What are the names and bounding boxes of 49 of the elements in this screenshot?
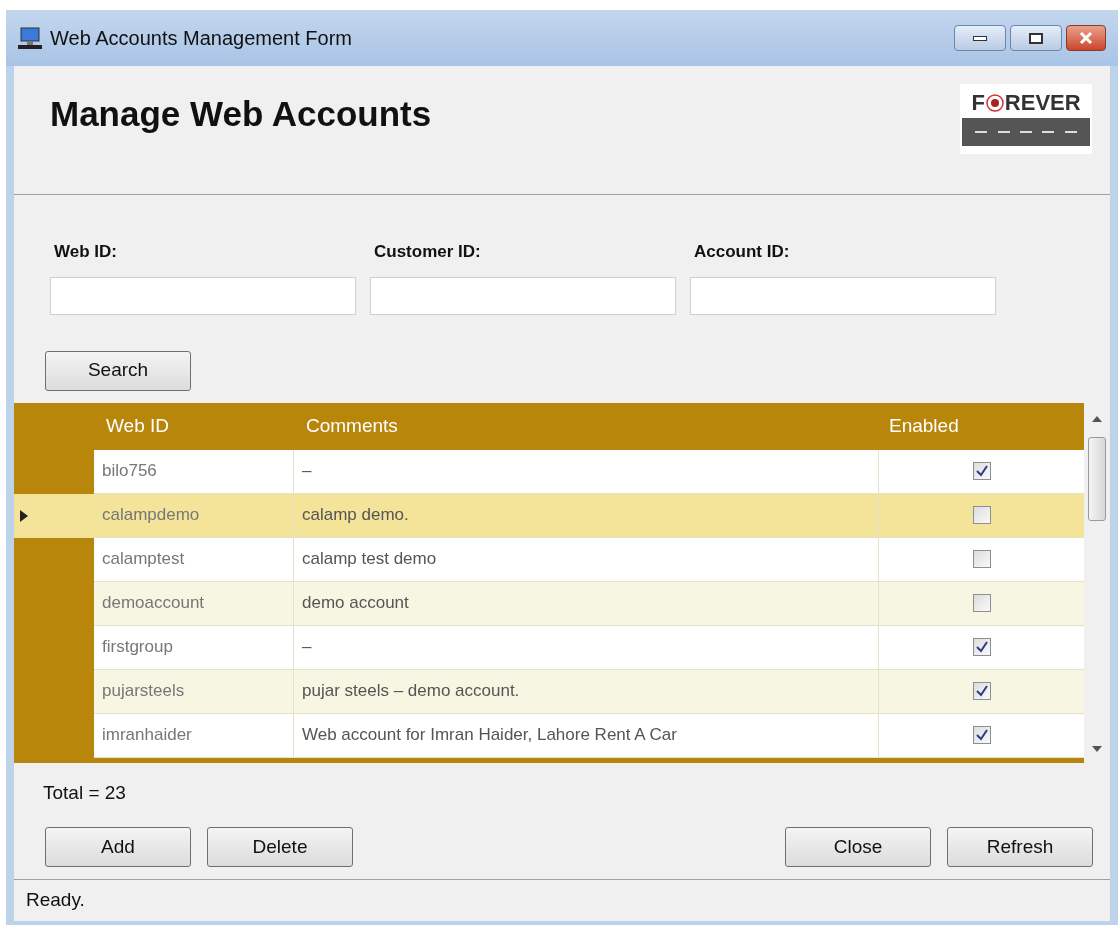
action-button[interactable]: Refresh — [947, 827, 1093, 867]
table-cell: imranhaider — [94, 713, 294, 757]
table-cell: Web account for Imran Haider, Lahore Rent A Car — [294, 713, 879, 757]
input-field[interactable] — [690, 276, 996, 315]
table-cell: pujarsteels — [94, 669, 294, 713]
table-cell: – — [294, 449, 879, 493]
row-pointer-icon — [20, 509, 28, 522]
computer-icon — [18, 26, 42, 50]
table-cell: pujar steels – demo account. — [294, 669, 879, 713]
checkbox[interactable] — [972, 638, 991, 656]
table-cell: demoaccount — [94, 581, 294, 625]
scroll-up-arrow-icon[interactable] — [1092, 414, 1102, 423]
check-icon — [974, 728, 989, 742]
action-button[interactable]: Delete — [207, 827, 353, 867]
checkbox[interactable] — [972, 682, 991, 700]
field-label: Account ID: — [693, 241, 791, 263]
scroll-down-arrow-icon[interactable] — [1092, 744, 1102, 753]
scroll-thumb[interactable] — [1088, 436, 1106, 521]
action-button[interactable]: Add — [45, 827, 191, 867]
table-cell: firstgroup — [94, 625, 294, 669]
table-cell: bilo756 — [94, 449, 294, 493]
close-icon[interactable] — [1066, 25, 1106, 51]
table-cell: calamp test demo — [294, 537, 879, 581]
table-cell: calamptest — [94, 537, 294, 581]
table-cell: calampdemo — [94, 493, 294, 537]
minimize-button[interactable] — [954, 25, 1006, 51]
field-label: Customer ID: — [373, 241, 482, 263]
table-cell: – — [294, 625, 879, 669]
table-cell: calamp demo. — [294, 493, 879, 537]
checkbox[interactable] — [972, 594, 991, 612]
check-icon — [974, 464, 989, 478]
total-count: Total = 23 — [42, 780, 127, 805]
action-button[interactable]: Search — [45, 350, 191, 391]
input-field[interactable] — [50, 276, 356, 315]
check-icon — [974, 640, 989, 654]
checkbox[interactable] — [972, 462, 991, 480]
checkbox[interactable] — [972, 550, 991, 568]
window-title: Web Accounts Management Form — [50, 26, 352, 51]
check-icon — [974, 684, 989, 698]
action-button[interactable]: Close — [785, 827, 931, 867]
status-text: Ready. — [26, 888, 85, 913]
page-heading: Manage Web Accounts — [50, 93, 432, 135]
checkbox[interactable] — [972, 726, 991, 744]
logo: F REVER — [960, 84, 1092, 154]
table-cell: demo account — [294, 581, 879, 625]
field-label: Web ID: — [53, 241, 118, 263]
input-field[interactable] — [370, 276, 676, 315]
maximize-button[interactable] — [1010, 25, 1062, 51]
checkbox[interactable] — [972, 506, 991, 524]
